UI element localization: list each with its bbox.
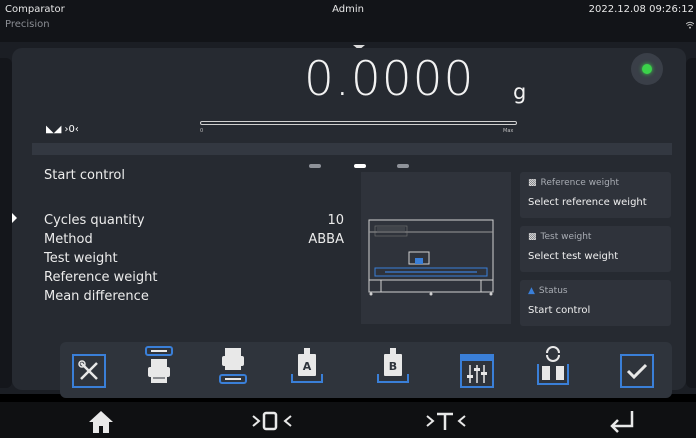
weight-b-button[interactable]: B bbox=[376, 346, 410, 390]
param-label: Test weight bbox=[44, 251, 118, 266]
change-weights-button[interactable] bbox=[536, 346, 570, 390]
weight-icon: ▩ bbox=[528, 178, 537, 188]
card-value: Start control bbox=[528, 305, 591, 316]
bargraph bbox=[200, 121, 517, 125]
right-side-panel[interactable] bbox=[686, 58, 696, 388]
function-toolbar: A B bbox=[60, 342, 672, 398]
param-row[interactable]: Reference weight bbox=[44, 270, 344, 289]
param-row[interactable]: Cycles quantity 10 bbox=[44, 213, 344, 232]
status-icon: ▲ bbox=[528, 286, 535, 296]
left-side-panel[interactable] bbox=[0, 58, 12, 388]
page-dot-1[interactable] bbox=[309, 164, 321, 168]
stability-led-icon bbox=[631, 53, 663, 85]
card-title: Reference weight bbox=[540, 178, 620, 188]
comparator-diagram bbox=[361, 172, 511, 324]
enter-icon[interactable] bbox=[606, 408, 638, 434]
param-label: Cycles quantity bbox=[44, 213, 145, 228]
confirm-button[interactable] bbox=[620, 354, 654, 388]
tools-button[interactable] bbox=[72, 354, 106, 388]
printout-header-button[interactable] bbox=[142, 346, 176, 390]
side-menu-arrow-icon[interactable] bbox=[12, 213, 17, 223]
info-strip bbox=[32, 143, 672, 155]
home-icon[interactable] bbox=[86, 408, 116, 434]
bargraph-min-label: 0 bbox=[200, 128, 204, 134]
param-row[interactable]: Method ABBA bbox=[44, 232, 344, 251]
page-dot-2[interactable] bbox=[354, 164, 366, 168]
datetime: 2022.12.08 09:26:12 bbox=[588, 4, 694, 15]
param-row[interactable]: Test weight bbox=[44, 251, 344, 270]
svg-text:B: B bbox=[389, 360, 397, 373]
weight-unit[interactable]: g bbox=[513, 80, 526, 104]
weight-a-button[interactable]: A bbox=[290, 346, 324, 390]
param-row[interactable]: Mean difference bbox=[44, 289, 344, 308]
mode-name: Precision bbox=[5, 19, 50, 30]
bottom-navigation bbox=[0, 402, 696, 438]
weight-icon: ▩ bbox=[528, 232, 537, 242]
weight-readout[interactable]: 0.0000 bbox=[304, 52, 474, 107]
param-value: ABBA bbox=[308, 232, 344, 247]
comparator-illustration-icon bbox=[368, 219, 494, 296]
param-value: 10 bbox=[327, 213, 344, 228]
settings-button[interactable] bbox=[460, 354, 494, 388]
wifi-icon bbox=[686, 21, 694, 29]
page-indicator[interactable] bbox=[309, 164, 411, 169]
page-dot-3[interactable] bbox=[397, 164, 409, 168]
param-label: Method bbox=[44, 232, 93, 247]
card-title: Test weight bbox=[540, 232, 592, 242]
tare-icon[interactable] bbox=[424, 408, 468, 434]
parameters-list: Cycles quantity 10 Method ABBA Test weig… bbox=[44, 213, 344, 308]
param-label: Mean difference bbox=[44, 289, 149, 304]
card-title: Status bbox=[538, 286, 568, 296]
card-value: Select reference weight bbox=[528, 197, 647, 208]
param-label: Reference weight bbox=[44, 270, 158, 285]
status-card[interactable]: ▲ Status Start control bbox=[520, 280, 671, 326]
svg-text:A: A bbox=[303, 360, 312, 373]
card-value: Select test weight bbox=[528, 251, 619, 262]
zero-icon[interactable] bbox=[250, 408, 294, 434]
test-weight-card[interactable]: ▩ Test weight Select test weight bbox=[520, 226, 671, 272]
bargraph-max-label: Max bbox=[503, 128, 514, 134]
procedure-title: Start control bbox=[44, 168, 125, 183]
top-bar: Comparator Precision Admin 2022.12.08 09… bbox=[0, 0, 696, 42]
reference-weight-card[interactable]: ▩ Reference weight Select reference weigh… bbox=[520, 172, 671, 218]
printout-footer-button[interactable] bbox=[216, 346, 250, 390]
status-icons: ◣◢ ›0‹ bbox=[46, 124, 79, 135]
